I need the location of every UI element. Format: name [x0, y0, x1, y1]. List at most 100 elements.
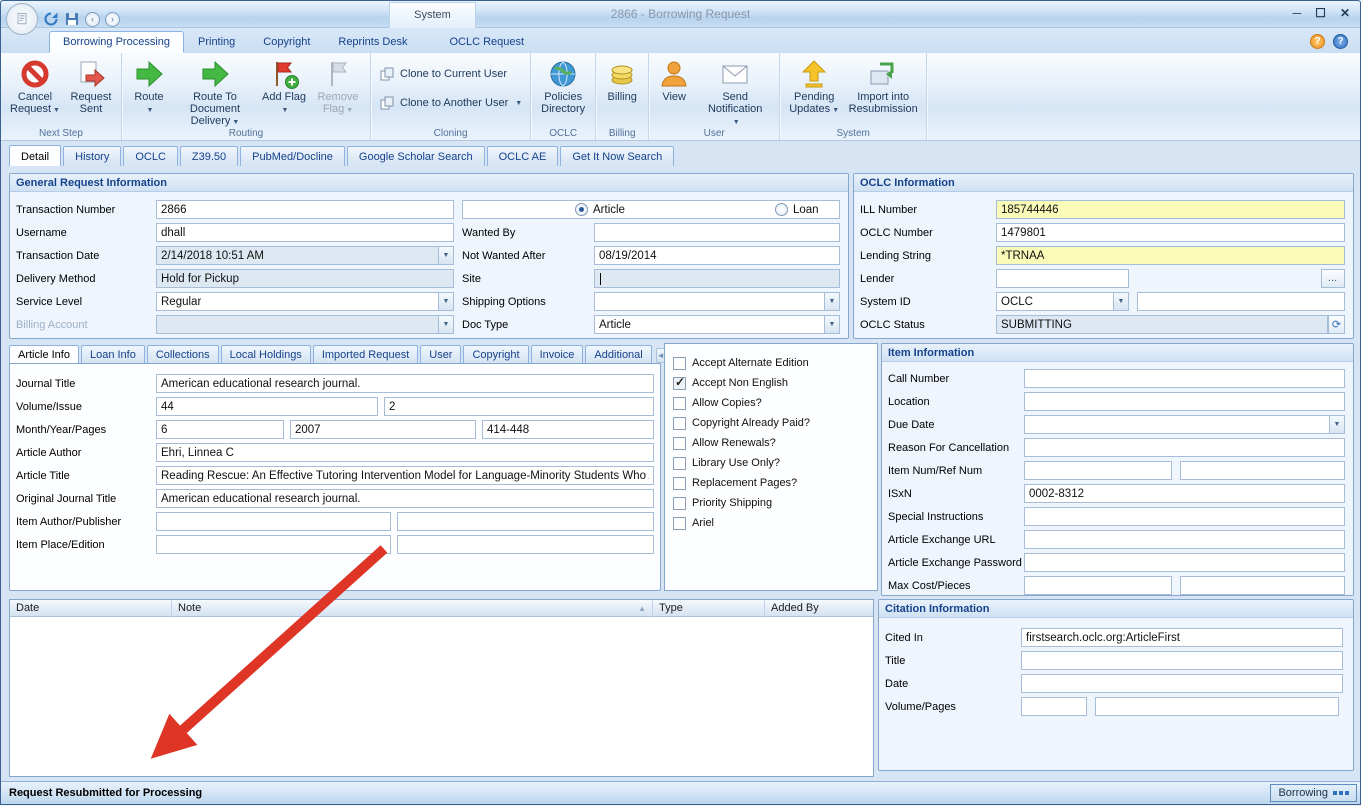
shipping-options-combo[interactable]: ▼ — [594, 292, 840, 311]
radio-icon[interactable] — [775, 203, 788, 216]
billing-button[interactable]: Billing — [600, 56, 644, 105]
wanted-by-field[interactable] — [594, 223, 840, 242]
minimize-button[interactable]: ─ — [1293, 6, 1302, 20]
ribbon-tab-reprints-desk[interactable]: Reprints Desk — [324, 31, 421, 53]
volume-field[interactable]: 44 — [156, 397, 378, 416]
checkbox-accept-non-english[interactable] — [673, 377, 686, 390]
tab-oclc[interactable]: OCLC — [123, 146, 178, 166]
call-number-field[interactable] — [1024, 369, 1345, 388]
ref-num-field[interactable] — [1180, 461, 1345, 480]
pages-field[interactable]: 414-448 — [482, 420, 654, 439]
username-field[interactable]: dhall — [156, 223, 454, 242]
article-exchange-password-field[interactable] — [1024, 553, 1345, 572]
month-field[interactable]: 6 — [156, 420, 284, 439]
transaction-number-field[interactable]: 2866 — [156, 200, 454, 219]
close-button[interactable]: ✕ — [1340, 6, 1350, 20]
ribbon-tab-copyright[interactable]: Copyright — [249, 31, 324, 53]
tab-get-it-now-search[interactable]: Get It Now Search — [560, 146, 674, 166]
tab-z3950[interactable]: Z39.50 — [180, 146, 238, 166]
tab-detail[interactable]: Detail — [9, 145, 61, 166]
chevron-down-icon[interactable]: ▼ — [438, 293, 453, 310]
ribbon-tab-borrowing-processing[interactable]: Borrowing Processing — [49, 31, 184, 53]
tab-invoice[interactable]: Invoice — [531, 345, 584, 363]
notes-table-body[interactable] — [10, 617, 873, 776]
service-level-combo[interactable]: Regular▼ — [156, 292, 454, 311]
request-type-article-radio[interactable]: Article — [575, 203, 625, 216]
tab-loan-info[interactable]: Loan Info — [81, 345, 145, 363]
maximize-button[interactable]: ☐ — [1315, 6, 1326, 20]
item-edition-field[interactable] — [397, 535, 654, 554]
site-field[interactable] — [594, 269, 840, 288]
add-flag-button[interactable]: Add Flag▼ — [258, 56, 310, 119]
tab-copyright[interactable]: Copyright — [463, 345, 528, 363]
article-exchange-url-field[interactable] — [1024, 530, 1345, 549]
article-author-field[interactable]: Ehri, Linnea C — [156, 443, 654, 462]
pending-updates-button[interactable]: Pending Updates▼ — [784, 56, 844, 119]
max-cost-field[interactable] — [1024, 576, 1172, 595]
special-instructions-field[interactable] — [1024, 507, 1345, 526]
checkbox-accept-alternate-edition[interactable] — [673, 357, 686, 370]
import-into-resubmission-button[interactable]: Import into Resubmission — [844, 56, 922, 117]
checkbox-allow-copies[interactable] — [673, 397, 686, 410]
radio-icon[interactable] — [575, 203, 588, 216]
doc-type-combo[interactable]: Article▼ — [594, 315, 840, 334]
tab-imported-request[interactable]: Imported Request — [313, 345, 418, 363]
checkbox-ariel[interactable] — [673, 517, 686, 530]
checkbox-allow-renewals[interactable] — [673, 437, 686, 450]
item-num-field[interactable] — [1024, 461, 1172, 480]
help-icon[interactable]: ? — [1310, 34, 1325, 49]
oclc-number-field[interactable]: 1479801 — [996, 223, 1345, 242]
column-header-added-by[interactable]: Added By — [765, 600, 873, 617]
system-id-combo[interactable]: OCLC▼ — [996, 292, 1129, 311]
chevron-down-icon[interactable]: ▼ — [824, 316, 839, 333]
chevron-down-icon[interactable]: ▼ — [438, 247, 453, 264]
citation-pages-field[interactable] — [1095, 697, 1339, 716]
tab-user[interactable]: User — [420, 345, 461, 363]
transaction-date-combo[interactable]: 2/14/2018 10:51 AM▼ — [156, 246, 454, 265]
journal-title-field[interactable]: American educational research journal. — [156, 374, 654, 393]
original-journal-title-field[interactable]: American educational research journal. — [156, 489, 654, 508]
year-field[interactable]: 2007 — [290, 420, 476, 439]
reason-for-cancellation-field[interactable] — [1024, 438, 1345, 457]
cancel-request-button[interactable]: Cancel Request▼ — [5, 56, 65, 119]
policies-directory-button[interactable]: Policies Directory — [535, 56, 591, 117]
tab-history[interactable]: History — [63, 146, 121, 166]
column-header-note[interactable]: Note▲ — [172, 600, 653, 617]
article-title-field[interactable]: Reading Rescue: An Effective Tutoring In… — [156, 466, 654, 485]
oclc-status-refresh-button[interactable]: ⟳ — [1328, 315, 1345, 334]
checkbox-replacement-pages[interactable] — [673, 477, 686, 490]
citation-volume-field[interactable] — [1021, 697, 1087, 716]
cited-in-field[interactable]: firstsearch.oclc.org:ArticleFirst — [1021, 628, 1343, 647]
application-menu-button[interactable] — [6, 3, 38, 35]
citation-title-field[interactable] — [1021, 651, 1343, 670]
chevron-down-icon[interactable]: ▼ — [824, 293, 839, 310]
tab-pubmed-docline[interactable]: PubMed/Docline — [240, 146, 345, 166]
ill-number-field[interactable]: 185744446 — [996, 200, 1345, 219]
lender-browse-button[interactable]: … — [1321, 269, 1345, 288]
delivery-method-field[interactable]: Hold for Pickup — [156, 269, 454, 288]
route-to-document-delivery-button[interactable]: Route To Document Delivery▼ — [172, 56, 258, 131]
tab-collections[interactable]: Collections — [147, 345, 219, 363]
route-button[interactable]: Route▼ — [126, 56, 172, 119]
lending-string-field[interactable]: *TRNAA — [996, 246, 1345, 265]
send-notification-button[interactable]: Send Notification▼ — [695, 56, 775, 131]
item-publisher-field[interactable] — [397, 512, 654, 531]
ribbon-tab-oclc-request[interactable]: OCLC Request — [435, 31, 538, 53]
citation-date-field[interactable] — [1021, 674, 1343, 693]
tab-oclc-ae[interactable]: OCLC AE — [487, 146, 559, 166]
tab-local-holdings[interactable]: Local Holdings — [221, 345, 311, 363]
item-place-field[interactable] — [156, 535, 391, 554]
issue-field[interactable]: 2 — [384, 397, 654, 416]
clone-to-another-user-button[interactable]: Clone to Another User ▼ — [375, 93, 526, 113]
ribbon-tab-printing[interactable]: Printing — [184, 31, 249, 53]
checkbox-priority-shipping[interactable] — [673, 497, 686, 510]
oclc-status-field[interactable]: SUBMITTING — [996, 315, 1328, 334]
about-icon[interactable]: ? — [1333, 34, 1348, 49]
chevron-down-icon[interactable]: ▼ — [1329, 416, 1344, 433]
due-date-combo[interactable]: ▼ — [1024, 415, 1345, 434]
request-sent-button[interactable]: Request Sent — [65, 56, 117, 117]
column-header-date[interactable]: Date — [10, 600, 172, 617]
view-user-button[interactable]: View — [653, 56, 695, 105]
system-id-extra-field[interactable] — [1137, 292, 1345, 311]
location-field[interactable] — [1024, 392, 1345, 411]
